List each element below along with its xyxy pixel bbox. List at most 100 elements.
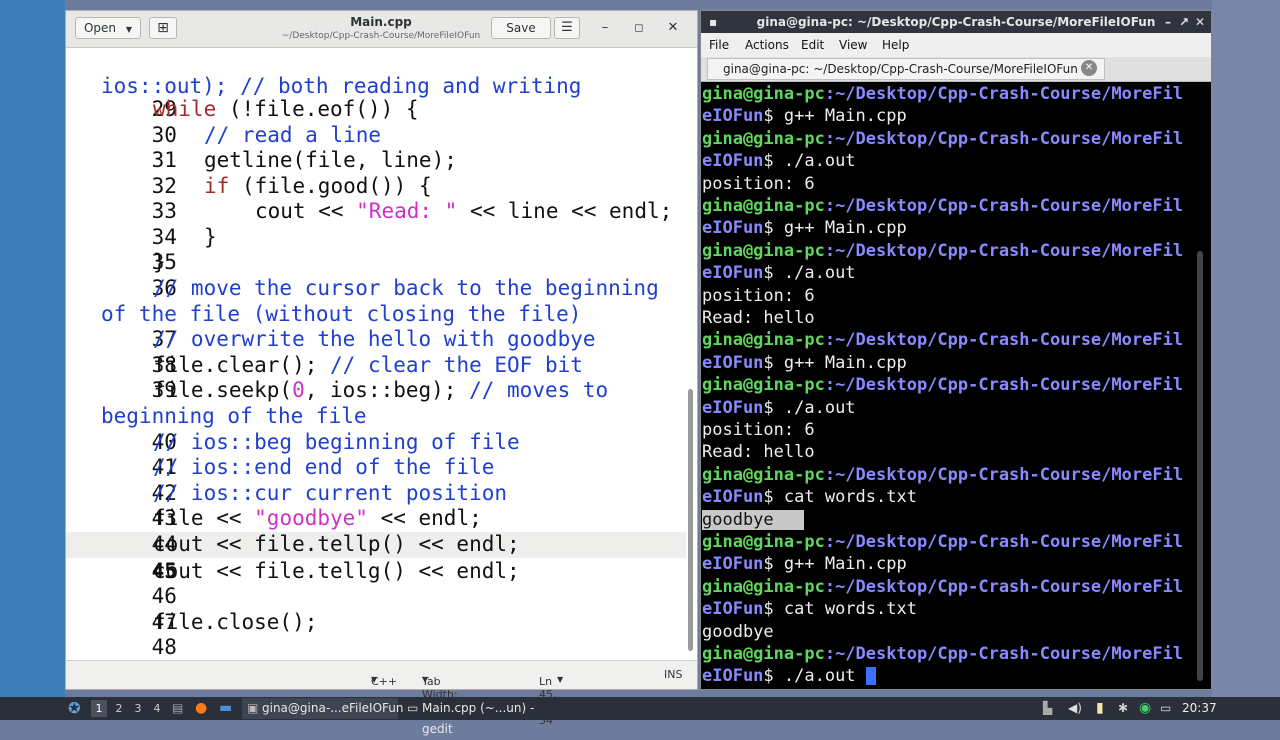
minimize-button[interactable]: – [596,20,614,36]
battery-icon[interactable]: ▭ [1160,697,1171,720]
gedit-window: Open ▼ ⊞ Main.cpp ~/Desktop/Cpp-Crash-Co… [65,10,698,727]
workspace-2[interactable]: 2 [111,700,127,717]
terminal-menubar: File Actions Edit View Help [701,33,1211,57]
prompt-path: :~/Desktop/Cpp-Crash-Course/MoreFil [824,375,1184,395]
clipboard-icon[interactable]: ▮ [1096,697,1104,720]
code-line: 40// ios::beg beginning of file [66,403,520,454]
code-editor[interactable]: ios::out); // both reading and writing 2… [66,47,688,661]
prompt-path: eIOFun [702,487,764,507]
terminal-line: gina@gina-pc:~/Desktop/Cpp-Crash-Course/… [702,83,1183,105]
taskbar: ✪ 1 2 3 4 ▤ ● ▬ ▣ gina@gina-...eFileIOFu… [0,697,1280,736]
clock[interactable]: 20:37 [1182,697,1217,720]
close-button[interactable]: ✕ [1195,11,1205,33]
editor-scrollbar[interactable] [688,389,693,651]
minimize-button[interactable]: – [1165,11,1171,33]
hamburger-menu-icon: ☰ [561,20,573,35]
prompt-path: eIOFun [702,398,764,418]
document-title: Main.cpp [350,15,412,29]
task-gedit-label: Main.cpp (~...un) - gedit [422,701,535,736]
window-title: Main.cpp ~/Desktop/Cpp-Crash-Course/More… [236,15,526,42]
terminal-line: gina@gina-pc:~/Desktop/Cpp-Crash-Course/… [702,195,1183,217]
terminal-line: eIOFun$ cat words.txt [702,598,917,620]
code-comment: // ios::end end of the file [153,455,495,479]
workspace-3[interactable]: 3 [130,700,146,717]
prompt-user: gina@gina-pc [702,532,825,552]
network-icon[interactable]: ▙ [1043,697,1052,720]
code-line: 41// ios::end end of the file [66,428,495,479]
code-text: } [204,225,217,249]
menu-button[interactable]: ☰ [554,17,580,39]
prompt-user: gina@gina-pc [702,241,825,261]
code-comment: // move the cursor back to the beginning [153,276,659,300]
gedit-icon: ▭ [407,701,419,715]
new-tab-button[interactable]: ⊞ [149,17,177,39]
prompt-path: eIOFun [702,218,764,238]
terminal-line: Read: hello [702,442,815,462]
code-line-wrapped: of the file (without closing the file) [66,275,581,326]
menu-help[interactable]: Help [882,33,909,57]
prompt-path: eIOFun [702,554,764,574]
close-icon: ✕ [667,20,679,35]
code-line: 31 getline(file, line); [66,121,457,172]
task-terminal[interactable]: ▣ gina@gina-...eFileIOFun [242,698,404,719]
prompt-path: :~/Desktop/Cpp-Crash-Course/MoreFil [824,84,1184,104]
terminal-line: gina@gina-pc:~/Desktop/Cpp-Crash-Course/… [702,643,1183,665]
terminal-title: gina@gina-pc: ~/Desktop/Cpp-Crash-Course… [756,15,1156,29]
code-text: file.close(); [153,610,318,634]
code-text: (!file.eof()) { [216,97,419,121]
prompt-path: :~/Desktop/Cpp-Crash-Course/MoreFil [824,129,1184,149]
terminal-tab[interactable]: gina@gina-pc: ~/Desktop/Cpp-Crash-Course… [707,58,1105,80]
volume-icon[interactable]: ◀) [1068,697,1082,720]
menu-edit[interactable]: Edit [801,33,824,57]
file-manager-icon[interactable]: ▬ [219,697,232,720]
save-button[interactable]: Save [491,17,551,39]
terminal-line: gina@gina-pc:~/Desktop/Cpp-Crash-Course/… [702,128,1183,150]
command-text: $ g++ Main.cpp [763,106,907,126]
workspace-4[interactable]: 4 [149,700,165,717]
minimize-icon: – [601,20,609,35]
code-comment: // ios::beg beginning of file [153,430,520,454]
code-comment: // moves to [469,378,609,402]
code-line-current: 45 cout << file.tellg() << endl; [66,532,520,583]
prompt-user: gina@gina-pc [702,577,825,597]
terminal-launcher-icon[interactable]: ▤ [172,697,183,720]
terminal-tab-label: gina@gina-pc: ~/Desktop/Cpp-Crash-Course… [723,62,1078,76]
code-comment: // clear the EOF bit [330,353,583,377]
maximize-button[interactable]: ◻ [630,20,648,36]
terminal-line: eIOFun$ g++ Main.cpp [702,352,907,374]
code-comment: // read a line [204,123,382,147]
code-string: "goodbye" [254,506,368,530]
close-tab-icon[interactable]: ✕ [1081,60,1097,76]
desktop-background-left [0,0,65,700]
terminal-output[interactable]: gina@gina-pc:~/Desktop/Cpp-Crash-Course/… [702,83,1192,689]
terminal-line: Read: hello [702,308,815,328]
prompt-path: :~/Desktop/Cpp-Crash-Course/MoreFil [824,644,1184,664]
update-icon[interactable]: ◉ [1139,697,1151,720]
code-string: "Read: " [356,199,458,223]
menu-view[interactable]: View [839,33,867,57]
terminal-scrollbar[interactable] [1197,251,1203,681]
prompt-path: :~/Desktop/Cpp-Crash-Course/MoreFil [824,465,1184,485]
menu-actions[interactable]: Actions [745,33,789,57]
code-line: 36// move the cursor back to the beginni… [66,249,659,300]
terminal-line: gina@gina-pc:~/Desktop/Cpp-Crash-Course/… [702,531,1183,553]
terminal-line: gina@gina-pc:~/Desktop/Cpp-Crash-Course/… [702,464,1183,486]
gedit-headerbar: Open ▼ ⊞ Main.cpp ~/Desktop/Cpp-Crash-Co… [66,11,697,48]
close-button[interactable]: ✕ [664,20,682,36]
menu-file[interactable]: File [709,33,729,57]
prompt-user: gina@gina-pc [702,375,825,395]
firefox-icon[interactable]: ● [195,697,207,720]
workspace-1[interactable]: 1 [91,700,107,717]
code-line: 48 [66,608,177,659]
bluetooth-icon[interactable]: ✱ [1118,697,1128,720]
prompt-user: gina@gina-pc [702,465,825,485]
command-text: $ g++ Main.cpp [763,353,907,373]
maximize-button[interactable]: ↗ [1179,11,1189,33]
prompt-path: :~/Desktop/Cpp-Crash-Course/MoreFil [824,577,1184,597]
open-button[interactable]: Open ▼ [75,17,141,39]
chevron-down-icon: ▼ [557,675,564,684]
chevron-down-icon: ▼ [422,675,429,684]
code-line: 47 file.close(); [66,583,318,634]
task-gedit[interactable]: ▭ Main.cpp (~...un) - gedit [402,698,564,736]
start-menu-icon[interactable]: ✪ [68,697,81,720]
